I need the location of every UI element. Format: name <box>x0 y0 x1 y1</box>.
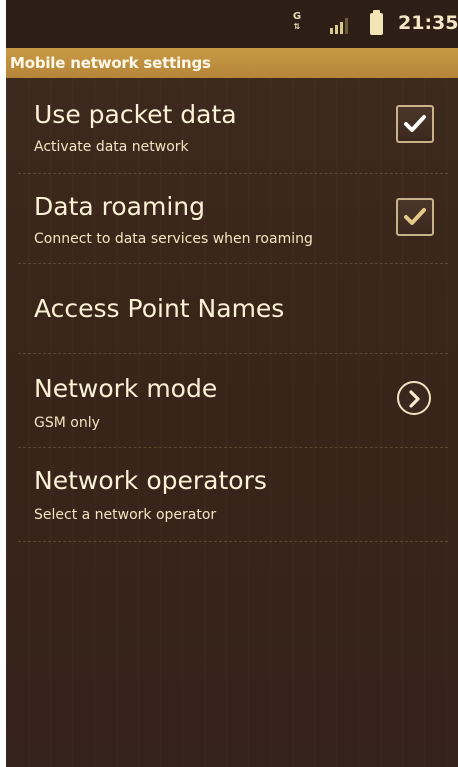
setting-summary: GSM only <box>34 415 100 431</box>
setting-access-point-names[interactable]: Access Point Names <box>6 264 458 354</box>
setting-title: Use packet data <box>34 100 237 129</box>
setting-title: Access Point Names <box>34 294 285 323</box>
setting-summary: Select a network operator <box>34 507 217 523</box>
checkmark-icon <box>404 208 426 225</box>
network-type-icon: G ⇅ <box>292 11 302 32</box>
data-roaming-checkbox[interactable] <box>396 198 434 236</box>
setting-summary: Connect to data services when roaming <box>34 231 313 247</box>
network-mode-chevron-button[interactable] <box>397 381 431 415</box>
use-packet-data-checkbox[interactable] <box>396 105 434 143</box>
signal-icon <box>330 18 348 34</box>
setting-network-operators[interactable]: Network operators Select a network opera… <box>6 448 458 542</box>
setting-summary: Activate data network <box>34 139 189 155</box>
setting-network-mode[interactable]: Network mode GSM only <box>6 354 458 448</box>
checkmark-icon <box>404 115 426 132</box>
setting-use-packet-data[interactable]: Use packet data Activate data network <box>6 78 458 174</box>
setting-data-roaming[interactable]: Data roaming Connect to data services wh… <box>6 174 458 264</box>
clock: 21:35 <box>398 12 458 34</box>
setting-title: Network operators <box>34 466 267 495</box>
phone-screen: G ⇅ 21:35 Mobile network settings Use pa… <box>6 0 458 767</box>
network-type-label: G <box>292 11 302 22</box>
chevron-right-icon <box>409 390 420 408</box>
setting-title: Network mode <box>34 374 218 403</box>
setting-title: Data roaming <box>34 192 205 221</box>
divider <box>18 541 448 542</box>
page-title: Mobile network settings <box>10 54 211 72</box>
battery-icon <box>370 10 383 35</box>
status-bar: G ⇅ 21:35 <box>6 0 458 48</box>
title-bar: Mobile network settings <box>6 48 458 78</box>
